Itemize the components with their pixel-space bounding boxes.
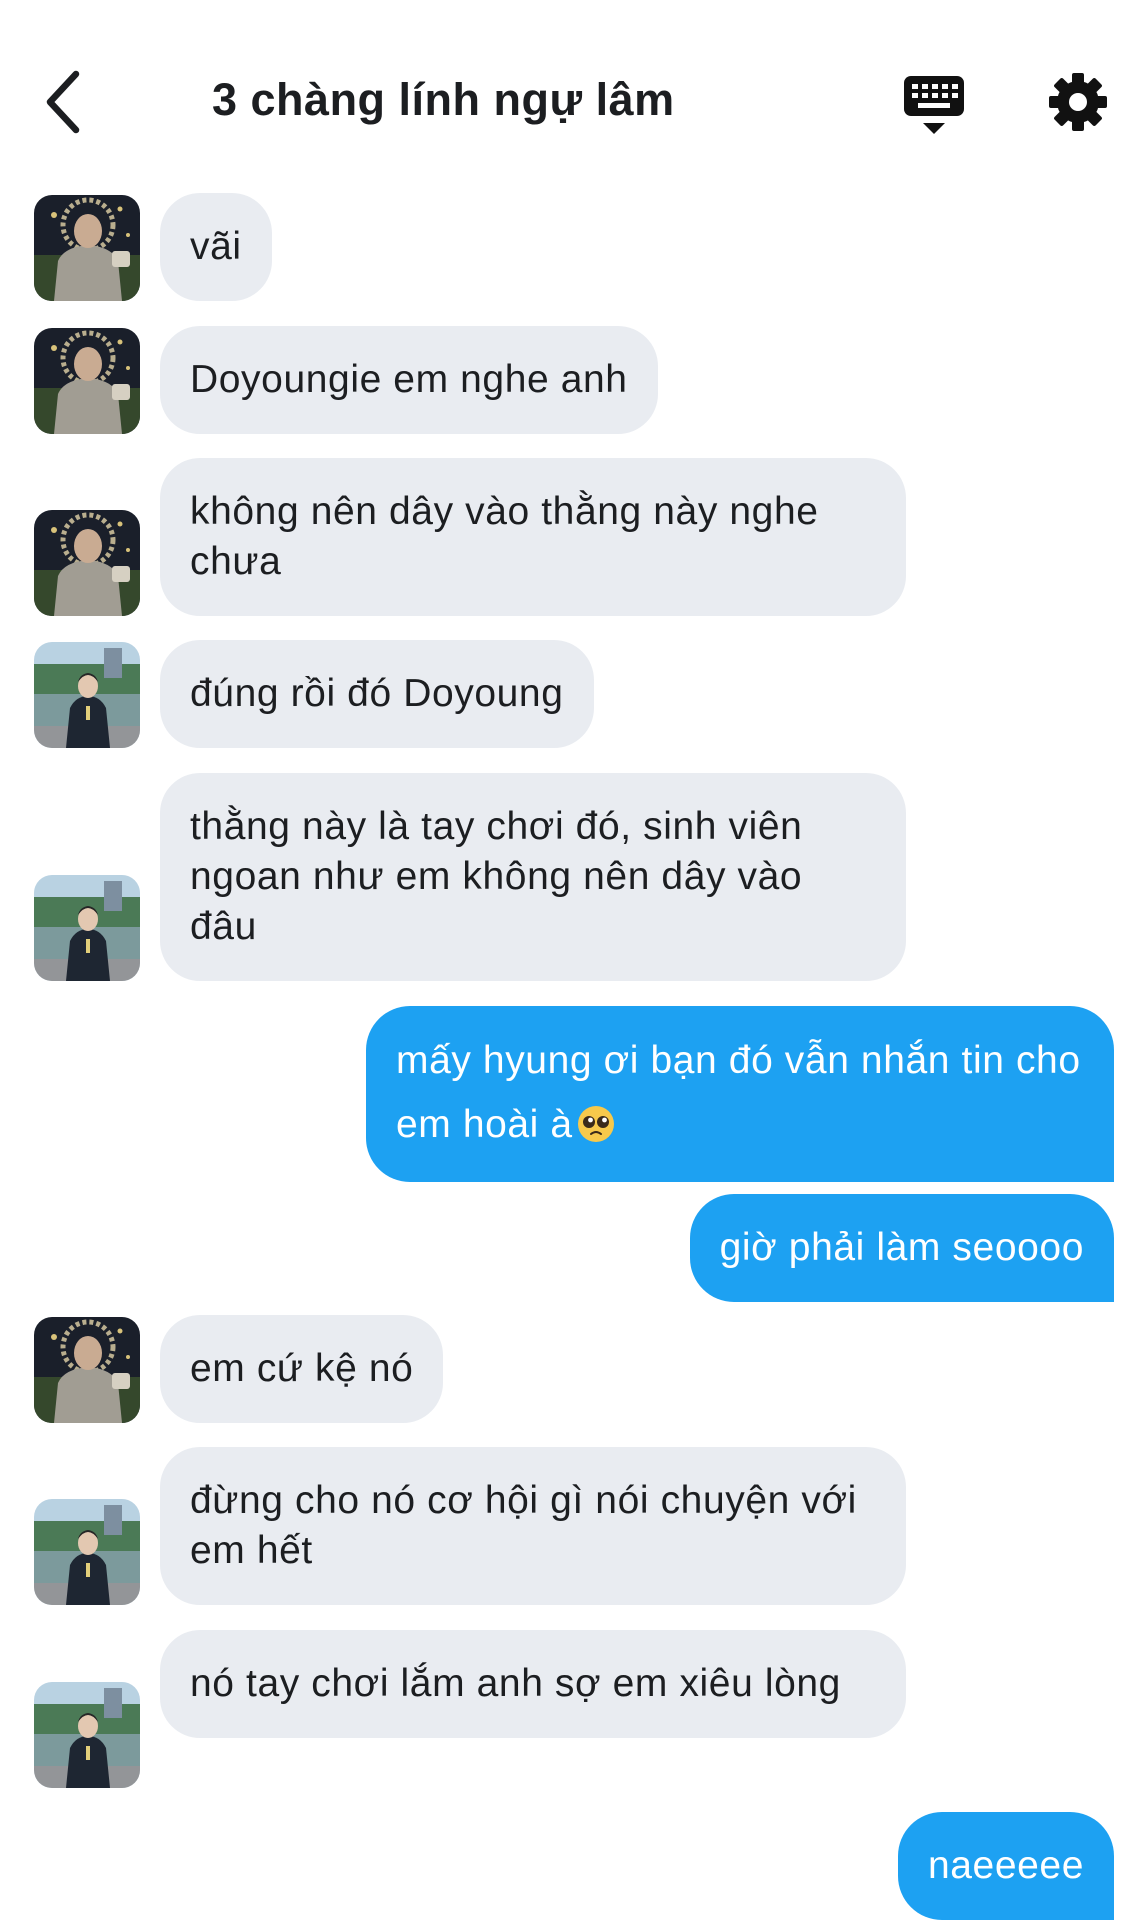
message-bubble[interactable]: em cứ kệ nó: [160, 1315, 444, 1423]
avatar[interactable]: [34, 642, 140, 748]
settings-button[interactable]: [1048, 72, 1108, 132]
message-row: em cứ kệ nó: [0, 1315, 1148, 1423]
back-button[interactable]: [40, 66, 100, 138]
chat-title: 3 chàng lính ngự lâm: [212, 74, 675, 125]
message-row: vãi: [0, 193, 1148, 301]
message-row: giờ phải làm seoooo: [0, 1194, 1148, 1302]
message-bubble[interactable]: vãi: [160, 193, 272, 301]
message-bubble[interactable]: không nên dây vào thằng này nghe chưa: [160, 458, 906, 616]
pleading-face-emoji: [577, 1106, 614, 1142]
message-row: không nên dây vào thằng này nghe chưa: [0, 458, 1148, 616]
gear-icon: [1049, 73, 1107, 131]
chevron-left-icon: [46, 70, 80, 134]
message-bubble[interactable]: đừng cho nó cơ hội gì nói chuyện với em …: [160, 1447, 906, 1605]
message-bubble[interactable]: nó tay chơi lắm anh sợ em xiêu lòng: [160, 1630, 906, 1738]
message-bubble[interactable]: naeeeee: [897, 1812, 1114, 1920]
keyboard-icon: [904, 76, 964, 134]
avatar[interactable]: [34, 510, 140, 616]
message-row: nó tay chơi lắm anh sợ em xiêu lòng: [0, 1630, 1148, 1788]
message-row: thằng này là tay chơi đó, sinh viên ngoa…: [0, 773, 1148, 981]
avatar[interactable]: [34, 1682, 140, 1788]
avatar[interactable]: [34, 875, 140, 981]
message-row: mấy hyung ơi bạn đó vẫn nhắn tin cho em …: [0, 1006, 1148, 1182]
message-bubble[interactable]: Doyoungie em nghe anh: [160, 326, 658, 434]
message-row: đừng cho nó cơ hội gì nói chuyện với em …: [0, 1447, 1148, 1605]
message-row: Doyoungie em nghe anh: [0, 326, 1148, 434]
avatar[interactable]: [34, 195, 140, 301]
message-bubble[interactable]: đúng rồi đó Doyoung: [160, 640, 594, 748]
message-row: naeeeee: [0, 1812, 1148, 1920]
avatar[interactable]: [34, 328, 140, 434]
message-bubble[interactable]: mấy hyung ơi bạn đó vẫn nhắn tin cho em …: [366, 1006, 1114, 1182]
keyboard-button[interactable]: [903, 73, 965, 137]
message-text: mấy hyung ơi bạn đó vẫn nhắn tin cho em …: [396, 1039, 1081, 1146]
avatar[interactable]: [34, 1499, 140, 1605]
message-row: đúng rồi đó Doyoung: [0, 640, 1148, 748]
message-bubble[interactable]: giờ phải làm seoooo: [689, 1194, 1114, 1302]
message-bubble[interactable]: thằng này là tay chơi đó, sinh viên ngoa…: [160, 773, 906, 981]
avatar[interactable]: [34, 1317, 140, 1423]
chat-header: 3 chàng lính ngự lâm: [0, 0, 1148, 170]
